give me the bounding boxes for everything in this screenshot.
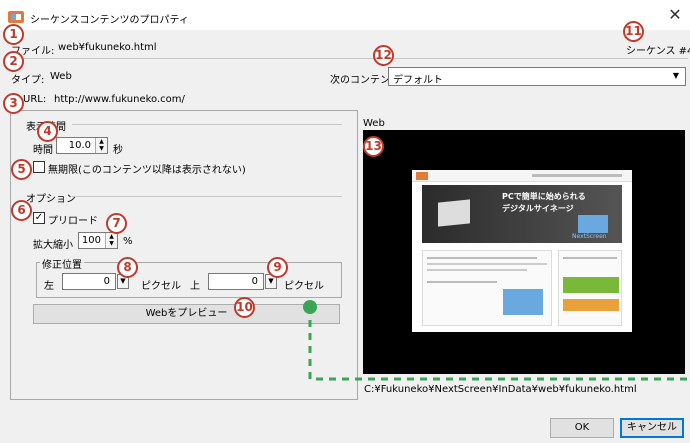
top-offset-field[interactable]: 0 bbox=[208, 273, 264, 290]
time-unit: 秒 bbox=[113, 145, 123, 156]
left-offset-field[interactable]: 0 bbox=[62, 273, 116, 290]
chevron-down-icon: ▼ bbox=[672, 71, 679, 80]
offset-group-label: 修正位置 bbox=[40, 256, 84, 271]
unlimited-checkbox[interactable] bbox=[33, 161, 45, 173]
preview-path: C:¥Fukuneko¥NextScreen¥InData¥web¥fukune… bbox=[364, 384, 637, 395]
zoom-unit: % bbox=[123, 236, 133, 247]
site-logo bbox=[416, 172, 428, 180]
ok-button[interactable]: OK bbox=[550, 418, 614, 438]
annotation-badge: 6 bbox=[11, 200, 32, 221]
url-label: URL: bbox=[23, 94, 47, 105]
options-group-label: オプション bbox=[26, 194, 76, 205]
sidebar-line bbox=[563, 257, 617, 259]
time-label: 時間 bbox=[33, 145, 53, 156]
time-value: 10.0 bbox=[68, 140, 91, 151]
content-line bbox=[427, 269, 527, 271]
left-unit: ピクセル bbox=[141, 281, 181, 292]
zoom-value: 100 bbox=[81, 235, 101, 246]
connector-line bbox=[303, 300, 688, 381]
preview-web-button[interactable]: Webをプレビュー bbox=[33, 304, 340, 324]
annotation-badge: 3 bbox=[3, 93, 24, 114]
banner-product-name: NextScreen bbox=[572, 233, 607, 240]
annotation-badge: 10 bbox=[234, 297, 255, 318]
preload-checkbox[interactable]: ✓ bbox=[33, 212, 45, 224]
left-offset-value: 0 bbox=[103, 276, 110, 287]
annotation-badge: 2 bbox=[3, 51, 24, 72]
top-offset-value: 0 bbox=[251, 276, 258, 287]
annotation-badge: 4 bbox=[37, 121, 58, 142]
preview-label: Web bbox=[363, 118, 385, 129]
window-title: シーケンスコンテンツのプロパティ bbox=[30, 15, 189, 26]
group-divider bbox=[72, 124, 342, 125]
next-content-value: デフォルト bbox=[393, 75, 443, 86]
annotation-badge: 9 bbox=[267, 257, 288, 278]
content-line bbox=[427, 257, 537, 259]
annotation-badge: 7 bbox=[106, 213, 127, 234]
banner-screen-image bbox=[438, 199, 470, 227]
banner-headline-2: デジタルサイネージ bbox=[502, 204, 574, 213]
type-value: Web bbox=[50, 71, 72, 82]
sidebar-banner bbox=[563, 277, 619, 293]
url-value: http://www.fukuneko.com/ bbox=[54, 94, 185, 105]
stepper-arrows-icon[interactable]: ▲ ▼ bbox=[105, 233, 117, 248]
annotation-badge: 12 bbox=[373, 45, 394, 66]
close-icon[interactable]: ✕ bbox=[664, 6, 686, 26]
site-header bbox=[412, 170, 632, 182]
top-unit: ピクセル bbox=[284, 281, 324, 292]
group-divider bbox=[72, 196, 342, 197]
banner-headline-1: PCで簡単に始められる bbox=[502, 192, 586, 201]
site-nav bbox=[532, 174, 622, 177]
content-line bbox=[427, 281, 497, 283]
banner-product-image bbox=[578, 215, 608, 233]
file-value: web¥fukuneko.html bbox=[58, 42, 157, 53]
annotation-badge: 1 bbox=[3, 24, 24, 45]
left-label: 左 bbox=[44, 281, 54, 292]
next-content-select[interactable]: デフォルト ▼ bbox=[388, 67, 686, 86]
unlimited-label: 無期限(このコンテンツ以降は表示されない) bbox=[48, 165, 246, 176]
annotation-badge: 5 bbox=[11, 159, 32, 180]
zoom-stepper[interactable]: 100 ▲ ▼ bbox=[78, 232, 118, 249]
annotation-badge: 8 bbox=[117, 257, 138, 278]
type-label: タイプ: bbox=[11, 75, 45, 86]
divider bbox=[10, 58, 688, 59]
cancel-button[interactable]: キャンセル bbox=[620, 418, 684, 438]
title-bar: シーケンスコンテンツのプロパティ ✕ bbox=[0, 0, 690, 30]
time-stepper[interactable]: 10.0 ▲ ▼ bbox=[56, 137, 108, 154]
content-line bbox=[427, 263, 547, 265]
annotation-badge: 13 bbox=[363, 136, 384, 157]
preload-label: プリロード bbox=[48, 216, 98, 227]
stepper-arrows-icon[interactable]: ▲ ▼ bbox=[95, 138, 107, 153]
annotation-badge: 11 bbox=[623, 21, 644, 42]
sequence-label: シーケンス #4 bbox=[626, 46, 690, 57]
top-label: 上 bbox=[190, 281, 200, 292]
zoom-label: 拡大縮小 bbox=[33, 240, 73, 251]
app-icon bbox=[8, 11, 24, 23]
site-banner: PCで簡単に始められる デジタルサイネージ NextScreen bbox=[422, 185, 622, 243]
